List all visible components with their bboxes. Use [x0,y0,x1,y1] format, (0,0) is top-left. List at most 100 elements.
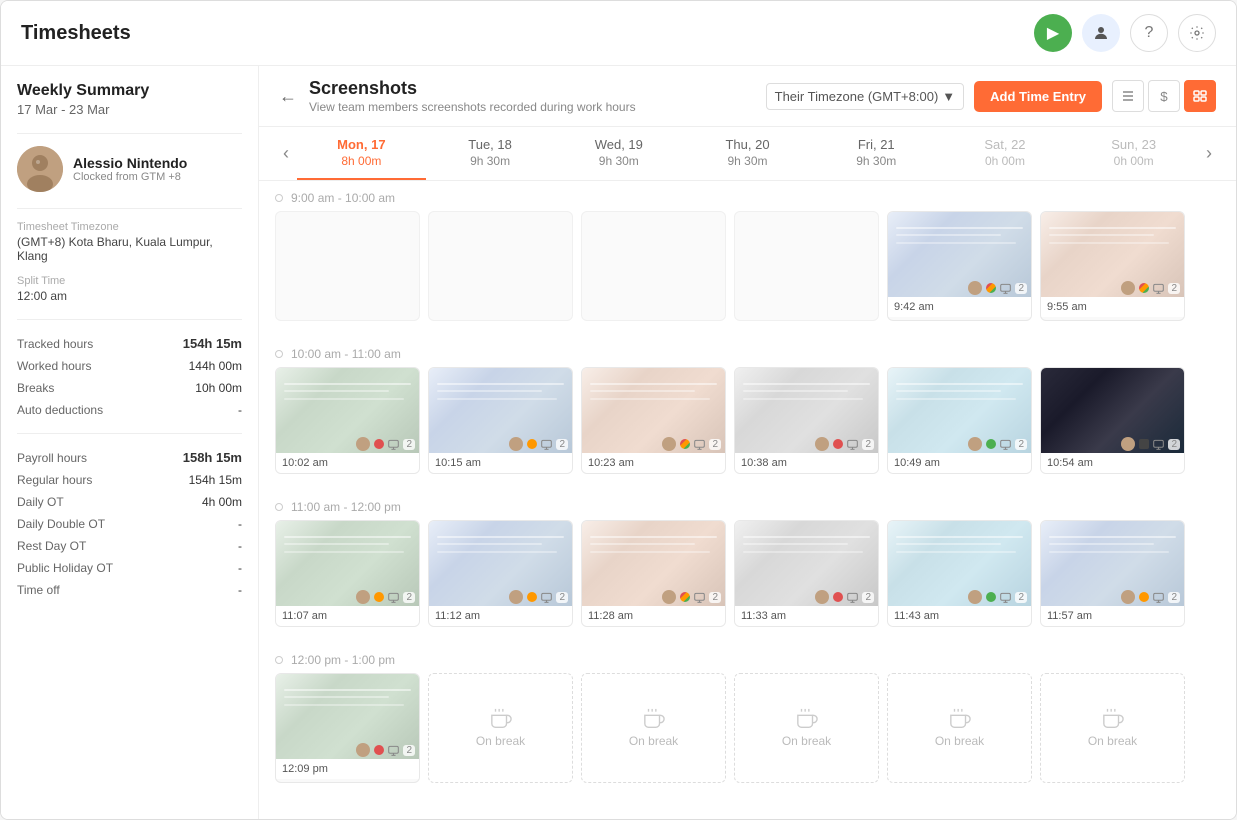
day-col-4[interactable]: Fri, 21 9h 30m [812,127,941,180]
monitor-icon [847,592,858,603]
day-col-0[interactable]: Mon, 17 8h 00m [297,127,426,180]
screenshot-time: 11:07 am [282,610,327,622]
sidebar-divider-2 [17,208,242,209]
day-col-6[interactable]: Sun, 23 0h 00m [1069,127,1198,180]
play-button[interactable]: ▶ [1034,14,1072,52]
ss-avatar [662,590,676,604]
screenshot-footer: 10:38 am [735,453,878,473]
dollar-view-button[interactable]: $ [1148,80,1180,112]
screenshot-card[interactable]: 2 10:38 am [734,367,879,474]
day-col-3[interactable]: Thu, 20 9h 30m [683,127,812,180]
screenshot-card[interactable]: 2 9:42 am [887,211,1032,321]
on-break-card: On break [581,673,726,783]
timezone-value: (GMT+8) Kota Bharu, Kuala Lumpur, Klang [17,235,242,263]
day-hours-5: 0h 00m [941,154,1070,168]
screenshot-card[interactable]: 2 11:33 am [734,520,879,627]
ss-count: 2 [862,439,874,450]
ss-avatar [815,590,829,604]
screenshots-row-9am: 2 9:42 am [275,211,1220,321]
breaks-label: Breaks [17,381,54,395]
monitor-icon [1153,592,1164,603]
screenshot-time: 12:09 pm [282,763,328,775]
regular-hours-value: 154h 15m [189,473,242,487]
screenshot-footer: 10:02 am [276,453,419,473]
screenshot-card[interactable]: 2 9:55 am [1040,211,1185,321]
screenshot-card[interactable]: 2 10:02 am [275,367,420,474]
ss-color-indicator [986,283,996,293]
screenshot-footer: 11:33 am [735,606,878,626]
screenshot-card[interactable]: 2 10:15 am [428,367,573,474]
sidebar-divider-3 [17,319,242,320]
screenshot-card[interactable]: 2 12:09 pm [275,673,420,783]
day-hours-2: 9h 30m [554,154,683,168]
time-dot [275,194,283,202]
screenshot-time: 10:49 am [894,457,940,469]
split-time-label: Split Time [17,275,242,287]
regular-hours-label: Regular hours [17,473,92,487]
payroll-section: Payroll hours 158h 15m Regular hours 154… [17,446,242,601]
add-time-entry-button[interactable]: Add Time Entry [974,81,1102,112]
ss-avatar [968,281,982,295]
screenshot-image: 2 [735,521,878,606]
monitor-icon [1000,592,1011,603]
screenshot-view-button[interactable] [1184,80,1216,112]
day-col-5[interactable]: Sat, 22 0h 00m [941,127,1070,180]
prev-week-button[interactable]: ‹ [275,135,297,172]
screenshot-card[interactable]: 2 11:07 am [275,520,420,627]
time-block-9am: 9:00 am - 10:00 am [275,181,1220,321]
ss-color-indicator [680,439,690,449]
tracked-row: Tracked hours 154h 15m [17,332,242,355]
settings-button[interactable] [1178,14,1216,52]
screenshot-card[interactable]: 2 11:43 am [887,520,1032,627]
screenshot-time: 10:02 am [282,457,328,469]
screenshot-card[interactable]: 2 11:28 am [581,520,726,627]
back-button[interactable]: ← [279,86,297,107]
time-dot [275,656,283,664]
empty-slot [581,211,726,321]
header-actions: ▶ ? [1034,14,1216,52]
daily-ot-value: 4h 00m [202,495,242,509]
day-hours-0: 8h 00m [297,154,426,168]
next-week-button[interactable]: › [1198,135,1220,172]
ss-count: 2 [709,592,721,603]
screenshot-footer: 11:28 am [582,606,725,626]
screenshot-image: 2 [1041,368,1184,453]
sidebar: Weekly Summary 17 Mar - 23 Mar Alessio N… [1,66,259,819]
app-title: Timesheets [21,22,131,45]
ss-color-indicator [833,592,843,602]
time-off-label: Time off [17,583,60,597]
ss-color-indicator [986,592,996,602]
rest-day-ot-label: Rest Day OT [17,539,86,553]
monitor-icon [1153,283,1164,294]
screenshot-card[interactable]: 2 10:54 am [1040,367,1185,474]
screenshot-card[interactable]: 2 11:57 am [1040,520,1185,627]
screenshots-row-12pm: 2 12:09 pm On break [275,673,1220,783]
breaks-value: 10h 00m [195,381,242,395]
user-block: Alessio Nintendo Clocked from GTM +8 [17,146,242,192]
split-time-value: 12:00 am [17,289,242,303]
timezone-selector[interactable]: Their Timezone (GMT+8:00) ▼ [766,83,965,110]
user-menu-button[interactable] [1082,14,1120,52]
screenshot-footer: 9:42 am [888,297,1031,317]
screenshot-image: 2 [429,521,572,606]
day-col-1[interactable]: Tue, 18 9h 30m [426,127,555,180]
screenshot-card[interactable]: 2 11:12 am [428,520,573,627]
chevron-down-icon: ▼ [942,89,955,104]
day-col-2[interactable]: Wed, 19 9h 30m [554,127,683,180]
payroll-row: Payroll hours 158h 15m [17,446,242,469]
help-button[interactable]: ? [1130,14,1168,52]
ss-avatar [1121,437,1135,451]
on-break-label: On break [476,734,525,748]
time-off-value: - [238,583,242,597]
list-view-button[interactable] [1112,80,1144,112]
screenshot-card[interactable]: 2 10:23 am [581,367,726,474]
screenshot-time: 11:33 am [741,610,786,622]
daily-double-ot-value: - [238,517,242,531]
ss-count: 2 [403,592,415,603]
screenshot-footer: 9:55 am [1041,297,1184,317]
on-break-card: On break [428,673,573,783]
worked-row: Worked hours 144h 00m [17,355,242,377]
screenshot-card[interactable]: 2 10:49 am [887,367,1032,474]
auto-deductions-row: Auto deductions - [17,399,242,421]
avatar [17,146,63,192]
